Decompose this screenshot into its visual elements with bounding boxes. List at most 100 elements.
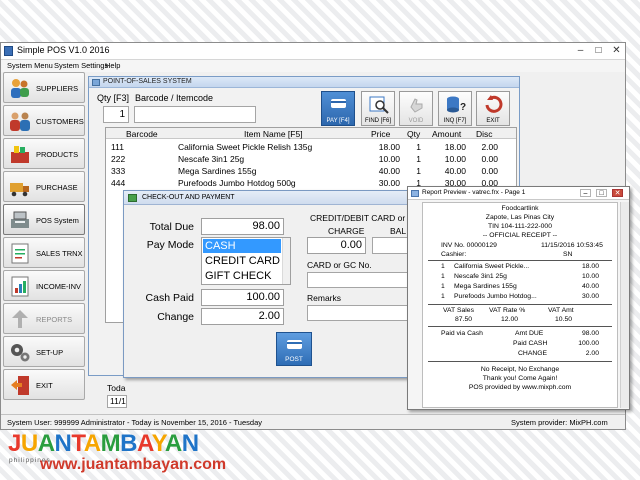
qty-input[interactable]: 1 xyxy=(103,106,129,123)
watermark-letter: U xyxy=(20,430,38,457)
receipt-qty: 1 xyxy=(441,283,445,290)
receipt-divider xyxy=(428,304,612,305)
pay-mode-list[interactable]: CASH CREDIT CARD GIFT CHECK xyxy=(201,237,291,285)
remarks-input[interactable] xyxy=(307,305,412,321)
sidebar-item-label: PURCHASE xyxy=(36,183,78,192)
pay-mode-option[interactable]: CREDIT CARD xyxy=(203,254,281,268)
sidebar-item-label: SUPPLIERS xyxy=(36,84,79,93)
sidebar-item-purchase[interactable]: PURCHASE xyxy=(3,171,85,202)
menu-system-settings[interactable]: System Settings xyxy=(54,61,108,70)
sidebar-item-label: SET-UP xyxy=(36,348,64,357)
report-maximize-button[interactable]: □ xyxy=(596,189,607,197)
receipt-store-name: Foodcartlink xyxy=(501,205,539,212)
receipt-datetime: 11/15/2016 10:53:45 xyxy=(541,242,603,249)
menu-help[interactable]: Help xyxy=(105,61,120,70)
checkout-window-icon xyxy=(128,194,137,202)
sidebar-item-label: CUSTOMERS xyxy=(36,117,84,126)
watermark-letter: A xyxy=(37,430,55,457)
sidebar-item-label: POS System xyxy=(36,216,79,225)
paid-via-text: Paid via Cash xyxy=(441,330,483,337)
receipt-inv-no: INV No. 00000129 xyxy=(441,242,497,249)
column-header[interactable]: Barcode xyxy=(126,129,158,139)
sidebar-item-suppliers[interactable]: SUPPLIERS xyxy=(3,72,85,103)
change-label: Change xyxy=(157,311,194,323)
balance-label: BAL xyxy=(390,226,407,236)
sidebar-item-exit[interactable]: EXIT xyxy=(3,369,85,400)
card-no-input[interactable] xyxy=(307,272,412,288)
sidebar-item-pos-system[interactable]: POS System xyxy=(3,204,85,235)
report-scrollbar[interactable] xyxy=(620,202,629,408)
total-due-label: Total Due xyxy=(149,221,194,233)
app-icon xyxy=(4,46,13,56)
barcode-cell: 333 xyxy=(111,166,126,176)
watermark-letter: A xyxy=(136,430,152,457)
post-hand-icon xyxy=(287,340,302,349)
exit-pos-button[interactable]: EXIT xyxy=(476,91,510,126)
menu-system-menu[interactable]: System Menu xyxy=(7,61,53,70)
cash-paid-input[interactable]: 100.00 xyxy=(201,289,284,306)
receipt-amount: 18.00 xyxy=(581,263,599,270)
amount-cell: 10.00 xyxy=(444,154,466,164)
sidebar-item-label: REPORTS xyxy=(36,315,73,324)
receipt-footer-line: No Receipt, No Exchange xyxy=(480,366,560,373)
watermark-url: www.juantambayan.com xyxy=(40,456,227,473)
sidebar-item-customers[interactable]: CUSTOMERS xyxy=(3,105,85,136)
report-window-icon xyxy=(411,190,419,197)
cash-paid-label: Cash Paid xyxy=(145,292,194,304)
sidebar-item-products[interactable]: PRODUCTS xyxy=(3,138,85,169)
minimize-button[interactable]: – xyxy=(573,44,588,57)
today-field[interactable]: 11/1 xyxy=(107,395,127,408)
charge-input[interactable]: 0.00 xyxy=(307,237,366,254)
balance-input[interactable] xyxy=(372,237,412,254)
sidebar-item-label: EXIT xyxy=(36,381,53,390)
income-chart-icon xyxy=(11,276,29,297)
amt-due-label: Amt DUE xyxy=(515,330,544,337)
products-basket-icon xyxy=(11,146,29,163)
column-header[interactable]: Qty xyxy=(407,129,420,139)
receipt-footer-line: POS provided by www.mixph.com xyxy=(468,384,572,391)
void-button[interactable]: VOID xyxy=(399,91,433,126)
pay-mode-option[interactable]: CASH xyxy=(203,239,281,253)
close-button[interactable]: ✕ xyxy=(609,44,624,57)
barcode-cell: 222 xyxy=(111,154,126,164)
receipt-cashier-code: SN xyxy=(563,251,573,258)
change-value: 2.00 xyxy=(201,308,284,325)
column-header[interactable]: Disc xyxy=(476,129,493,139)
receipt-qty: 1 xyxy=(441,293,445,300)
sidebar-item-label: PRODUCTS xyxy=(36,150,79,159)
barcode-input[interactable] xyxy=(134,106,256,123)
pos-title-bar: POINT-OF-SALES SYSTEM xyxy=(89,77,519,88)
watermark-logo-text: JUANTAMBAYAN xyxy=(8,430,199,457)
sidebar-item-income-inv[interactable]: INCOME-INV xyxy=(3,270,85,301)
status-user-text: System User: 999999 Administrator - Toda… xyxy=(7,418,262,427)
sidebar-item-sales-trnx[interactable]: SALES TRNX xyxy=(3,237,85,268)
report-close-button[interactable]: ✕ xyxy=(612,189,623,197)
vat-sales-header: VAT Sales xyxy=(443,307,474,314)
watermark-letter: N xyxy=(54,430,72,457)
card-no-label: CARD or GC No. xyxy=(307,260,372,270)
post-button[interactable]: POST xyxy=(276,332,312,366)
void-button-label: VOID xyxy=(408,118,424,124)
post-button-label: POST xyxy=(285,356,303,363)
find-button[interactable]: FIND [F6] xyxy=(361,91,395,126)
inq-button-label: INQ [F7] xyxy=(443,118,467,124)
inq-button[interactable]: ? INQ [F7] xyxy=(438,91,472,126)
column-header[interactable]: Amount xyxy=(432,129,461,139)
sidebar-item-reports[interactable]: REPORTS xyxy=(3,303,85,334)
inquiry-database-icon: ? xyxy=(447,96,466,113)
price-cell: 10.00 xyxy=(378,154,400,164)
qty-cell: 1 xyxy=(416,166,421,176)
maximize-button[interactable]: □ xyxy=(591,44,606,57)
barcode-label: Barcode / Itemcode xyxy=(135,93,214,103)
pay-mode-option[interactable]: GIFT CHECK xyxy=(203,269,281,283)
receipt-item: Purefoods Jumbo Hotdog... xyxy=(454,293,537,300)
column-header[interactable]: Price xyxy=(371,129,390,139)
pay-mode-scrollbar[interactable] xyxy=(282,238,290,284)
title-bar: Simple POS V1.0 2016 – □ ✕ xyxy=(1,43,625,60)
barcode-cell: 444 xyxy=(111,178,126,188)
sidebar-item-set-up[interactable]: SET-UP xyxy=(3,336,85,367)
pay-button[interactable]: PAY [F4] xyxy=(321,91,355,126)
column-header[interactable]: Item Name [F5] xyxy=(244,129,303,139)
item-name-cell: Nescafe 3in1 25g xyxy=(178,154,245,164)
report-minimize-button[interactable]: – xyxy=(580,189,591,197)
